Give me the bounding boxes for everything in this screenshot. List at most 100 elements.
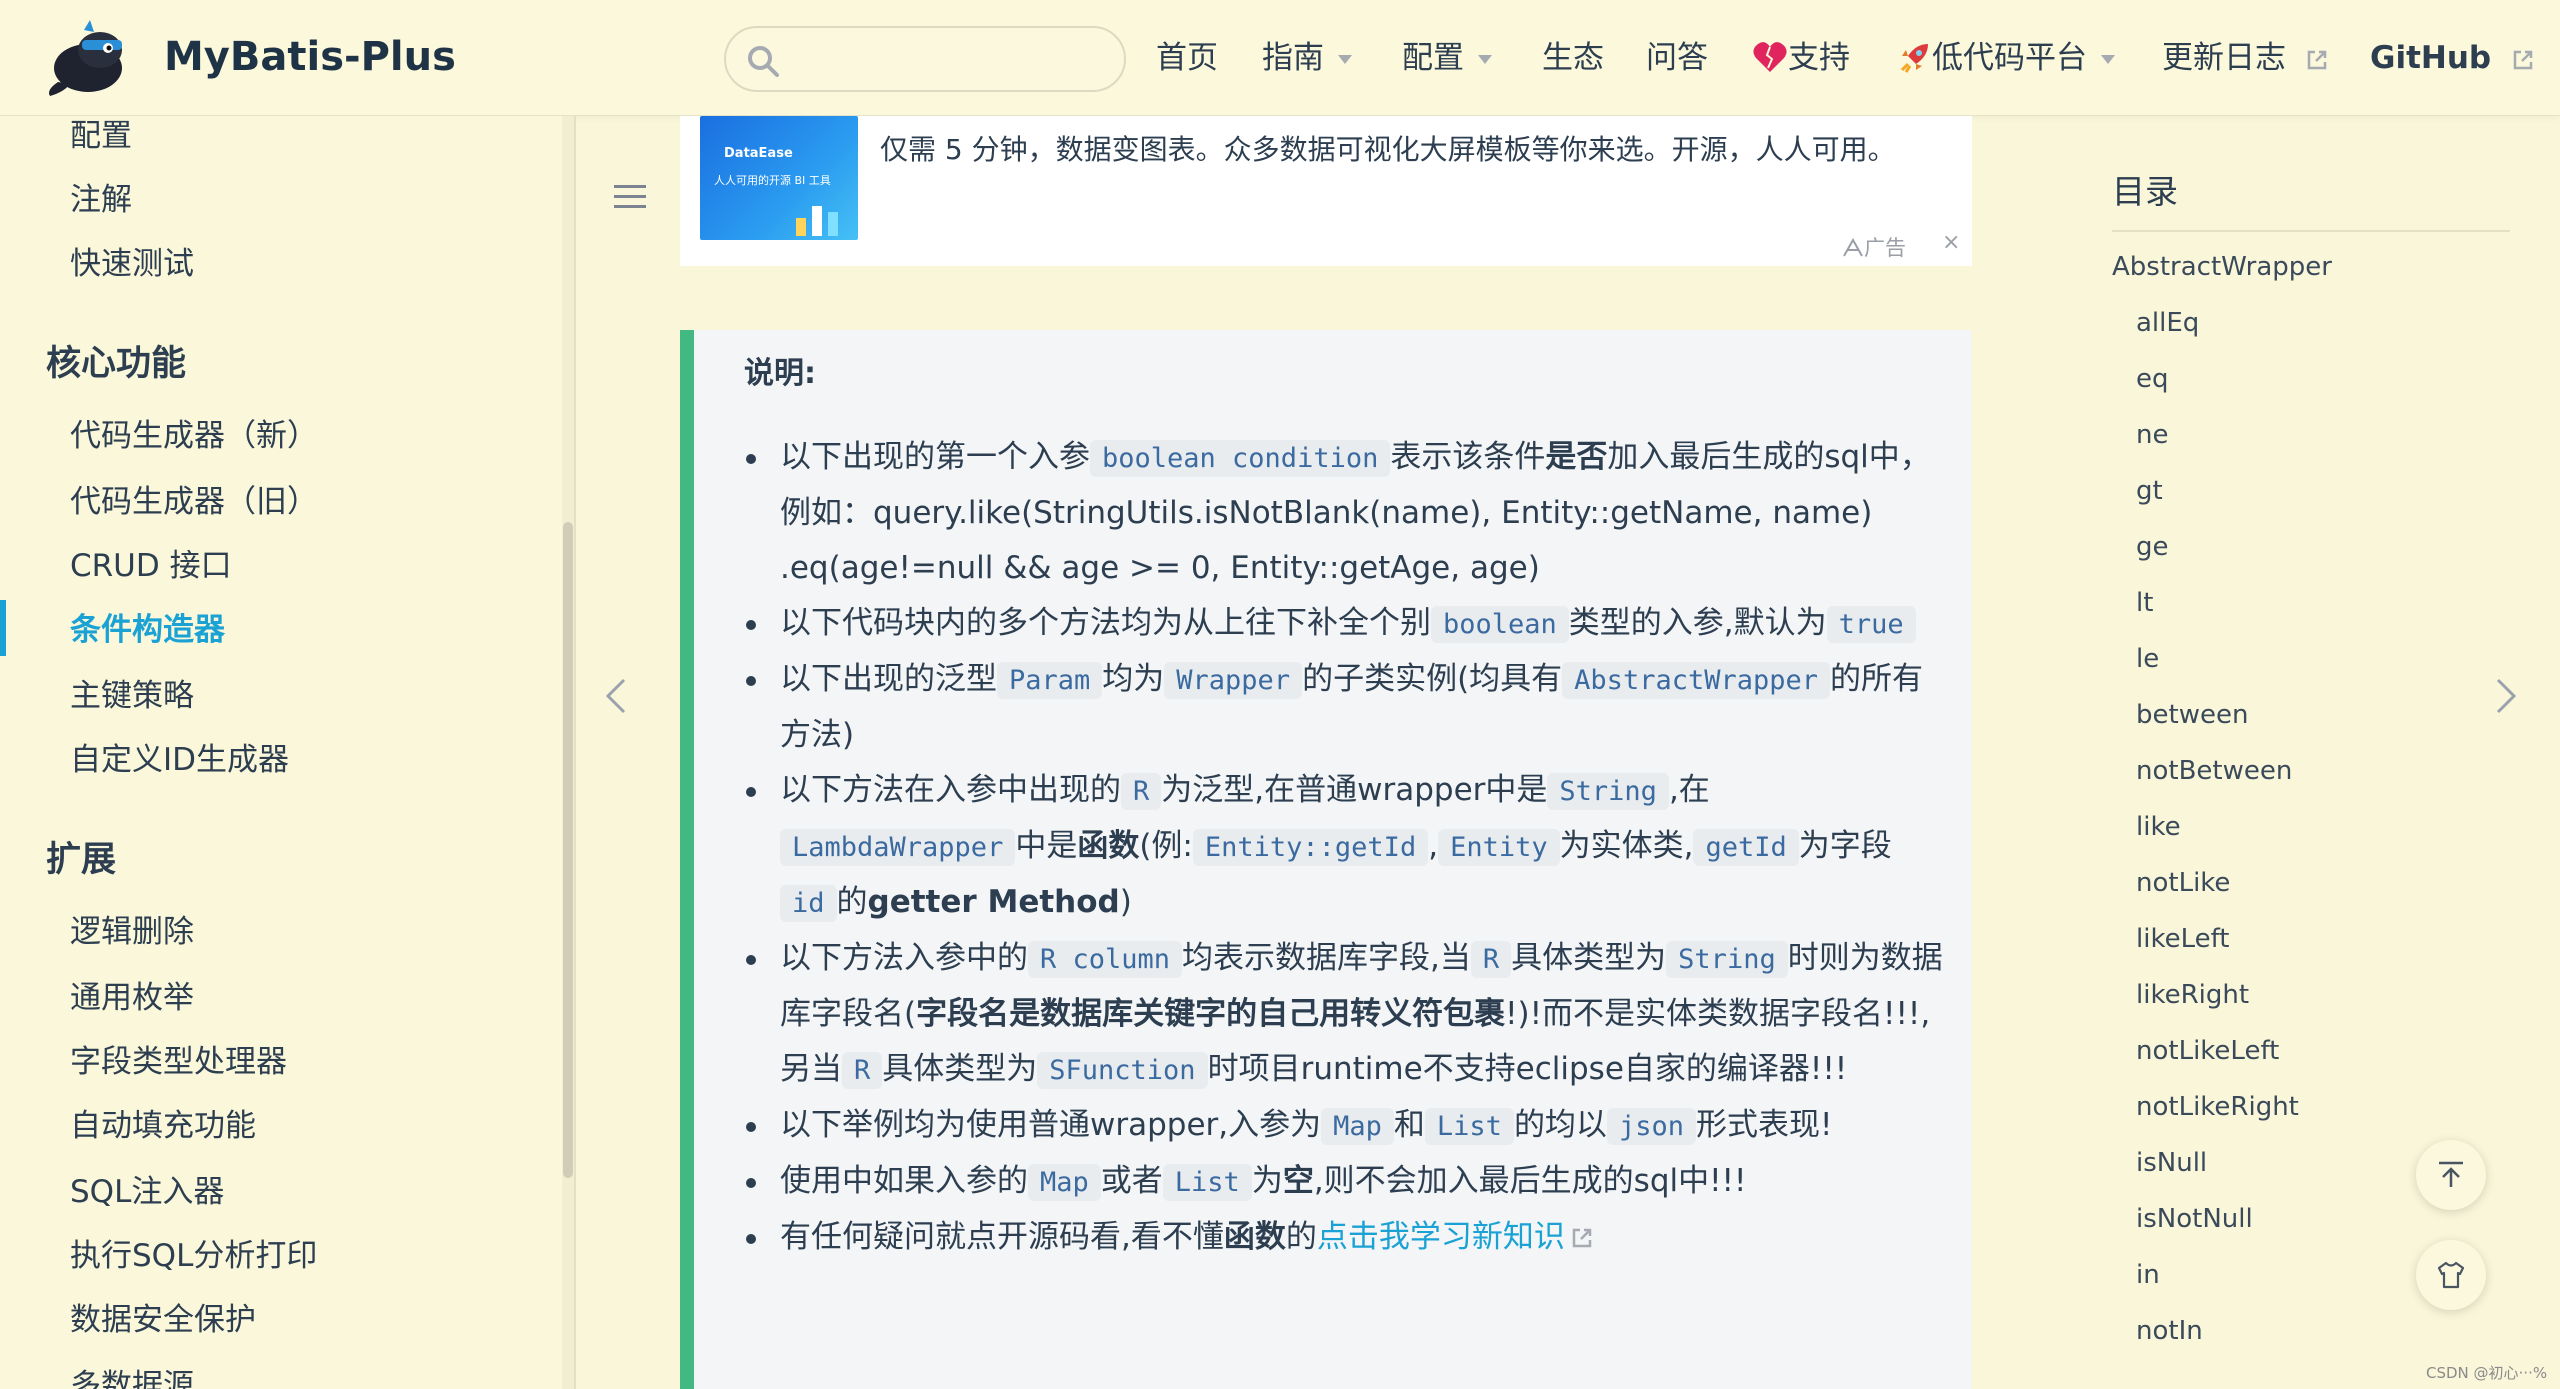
toc-item-between[interactable]: between — [2136, 698, 2248, 732]
list-item: 以下举例均为使用普通wrapper,入参为 Map 和 List 的均以 json 形式表现… — [744, 1098, 1944, 1154]
sidebar-item-logic-delete[interactable]: 逻辑删除 — [70, 912, 194, 952]
menu-toggle-icon[interactable] — [612, 182, 648, 216]
top-navbar: MyBatis-Plus 首页 指南 配置 生态 问答 支持 低代码平台 更新日… — [0, 0, 2560, 116]
tip-container: 说明: 以下出现的第一个入参 boolean condition 表示该条件是否加入… — [680, 330, 1972, 1389]
mybatis-plus-logo-icon[interactable] — [44, 18, 134, 98]
search-icon — [748, 46, 779, 77]
ad-image[interactable]: DataEase 人人可用的开源 BI 工具 — [700, 116, 858, 240]
sidebar-item-enum[interactable]: 通用枚举 — [70, 978, 194, 1018]
sidebar-item-sql-injector[interactable]: SQL注入器 — [70, 1172, 224, 1212]
inline-text: 以下举例均为使用普通wrapper,入参为 — [780, 1107, 1322, 1143]
inline-text: 均为 — [1102, 661, 1165, 697]
sidebar-item-quick-test[interactable]: 快速测试 — [70, 244, 194, 284]
sidebar-item-codegen-old[interactable]: 代码生成器（旧） — [70, 482, 318, 522]
toc-item-eq[interactable]: eq — [2136, 362, 2169, 396]
inline-text: 的子类实例(均具有 — [1302, 661, 1563, 697]
sidebar-item-wrapper[interactable]: 条件构造器 — [70, 610, 225, 650]
toc-item-ne[interactable]: ne — [2136, 418, 2168, 452]
toc-item-notlike[interactable]: notLike — [2136, 866, 2230, 900]
prev-page-chevron-left-icon[interactable] — [604, 676, 628, 720]
nav-lowcode[interactable]: 低代码平台 — [1898, 38, 2115, 78]
learn-more-link[interactable]: 点击我学习新知识 — [1317, 1219, 1565, 1255]
toc-item-in[interactable]: in — [2136, 1258, 2160, 1292]
toc-item-isnotnull[interactable]: isNotNull — [2136, 1202, 2253, 1236]
inline-text: 中是 — [1015, 828, 1078, 864]
toc-item-like[interactable]: like — [2136, 810, 2181, 844]
site-name[interactable]: MyBatis-Plus — [164, 34, 456, 80]
sidebar-item-crud[interactable]: CRUD 接口 — [70, 546, 232, 586]
inline-text: 为 — [1251, 1163, 1283, 1199]
search-input[interactable] — [724, 26, 1126, 92]
sidebar-item-data-security[interactable]: 数据安全保护 — [70, 1300, 256, 1340]
nav-changelog[interactable]: 更新日志 — [2162, 38, 2328, 78]
toc-item-notbetween[interactable]: notBetween — [2136, 754, 2292, 788]
inline-text: 以下方法入参中的 — [780, 940, 1028, 976]
sidebar-item-sql-analysis[interactable]: 执行SQL分析打印 — [70, 1236, 317, 1276]
nav-support[interactable]: 支持 — [1752, 38, 1850, 78]
toc-item-lt[interactable]: lt — [2136, 586, 2153, 620]
nav-support-label: 支持 — [1788, 40, 1850, 76]
sidebar-item-config[interactable]: 配置 — [70, 116, 132, 156]
nav-config[interactable]: 配置 — [1402, 38, 1492, 78]
toc-item-ge[interactable]: ge — [2136, 530, 2169, 564]
sidebar-item-id-generator[interactable]: 自定义ID生成器 — [70, 740, 289, 780]
sidebar-item-key-strategy[interactable]: 主键策略 — [70, 676, 194, 716]
inline-text: 以下出现的泛型 — [780, 661, 997, 697]
sidebar-item-annotation[interactable]: 注解 — [70, 180, 132, 220]
sidebar-item-type-handler[interactable]: 字段类型处理器 — [70, 1042, 287, 1082]
inline-text: boolean — [1431, 606, 1569, 643]
inline-text: 均表示数据库字段,当 — [1182, 940, 1471, 976]
inline-text: 为泛型,在普通wrapper中是 — [1161, 772, 1548, 808]
inline-text: AbstractWrapper — [1562, 662, 1831, 699]
theme-shirt-button[interactable] — [2416, 1240, 2486, 1310]
nav-home[interactable]: 首页 — [1156, 38, 1218, 78]
inline-text: (例: — [1139, 828, 1193, 864]
toc-item-alleq[interactable]: allEq — [2136, 306, 2199, 340]
ad-text[interactable]: 仅需 5 分钟，数据变图表。众多数据可视化大屏模板等你来选。开源，人人可用。 — [880, 130, 1896, 170]
list-item: 以下方法在入参中出现的 R 为泛型,在普通wrapper中是 String ,在 Lamb… — [744, 763, 1944, 931]
nav-guide[interactable]: 指南 — [1262, 38, 1352, 78]
inline-text: 的 — [1285, 1219, 1317, 1255]
back-to-top-button[interactable] — [2416, 1140, 2486, 1210]
chevron-down-icon — [2101, 55, 2115, 64]
external-link-icon — [1572, 1228, 1592, 1248]
inline-text: Map — [1321, 1108, 1394, 1145]
sidebar-item-autofill[interactable]: 自动填充功能 — [70, 1106, 256, 1146]
toc-item-abstractwrapper[interactable]: AbstractWrapper — [2112, 250, 2332, 284]
nav-config-label: 配置 — [1402, 40, 1464, 76]
inline-text: 以下代码块内的多个方法均为从上往下补全个别 — [780, 605, 1431, 641]
sidebar-group-core[interactable]: 核心功能 — [46, 342, 186, 386]
nav-github[interactable]: GitHub — [2370, 38, 2534, 78]
rocket-icon — [1900, 44, 1928, 73]
toc-item-likeleft[interactable]: likeLeft — [2136, 922, 2230, 956]
ad-label: 广告 — [1842, 232, 1906, 262]
shirt-icon — [2437, 1261, 2465, 1289]
toc-item-gt[interactable]: gt — [2136, 474, 2163, 508]
inline-text: Entity::getId — [1192, 829, 1429, 866]
sidebar-group-extension[interactable]: 扩展 — [46, 838, 116, 882]
inline-text: Entity — [1438, 829, 1560, 866]
list-item: 以下代码块内的多个方法均为从上往下补全个别 boolean 类型的入参,默认为 tru… — [744, 596, 1944, 652]
nav-qa[interactable]: 问答 — [1646, 38, 1708, 78]
toc-item-isnull[interactable]: isNull — [2136, 1146, 2207, 1180]
inline-text: ,则不会加入最后生成的sql中!!! — [1313, 1163, 1747, 1199]
inline-text: List — [1162, 1164, 1252, 1201]
sidebar-item-codegen-new[interactable]: 代码生成器（新） — [70, 416, 318, 456]
toc-item-notlikeright[interactable]: notLikeRight — [2136, 1090, 2299, 1124]
inline-text: Param — [997, 662, 1103, 699]
ad-close-button[interactable]: × — [1942, 230, 1960, 255]
toc-item-le[interactable]: le — [2136, 642, 2159, 676]
ad-banner[interactable]: DataEase 人人可用的开源 BI 工具 仅需 5 分钟，数据变图表。众多数… — [680, 116, 1972, 266]
next-page-chevron-right-icon[interactable] — [2494, 676, 2518, 720]
toc-item-notlikeleft[interactable]: notLikeLeft — [2136, 1034, 2279, 1068]
sidebar-item-multi-datasource[interactable]: 多数据源 — [70, 1366, 194, 1389]
inline-text: 字段名是数据库关键字的自己用转义符包裹 — [916, 996, 1506, 1032]
toc-divider — [2112, 230, 2510, 232]
toc-item-notin[interactable]: notIn — [2136, 1314, 2203, 1348]
nav-ecosystem[interactable]: 生态 — [1542, 38, 1604, 78]
inline-text: 和 — [1393, 1107, 1425, 1143]
inline-text: , — [1428, 828, 1439, 864]
inline-text: 空 — [1282, 1163, 1314, 1199]
toc-item-likeright[interactable]: likeRight — [2136, 978, 2249, 1012]
sidebar-scrollbar-thumb[interactable] — [563, 522, 573, 1178]
